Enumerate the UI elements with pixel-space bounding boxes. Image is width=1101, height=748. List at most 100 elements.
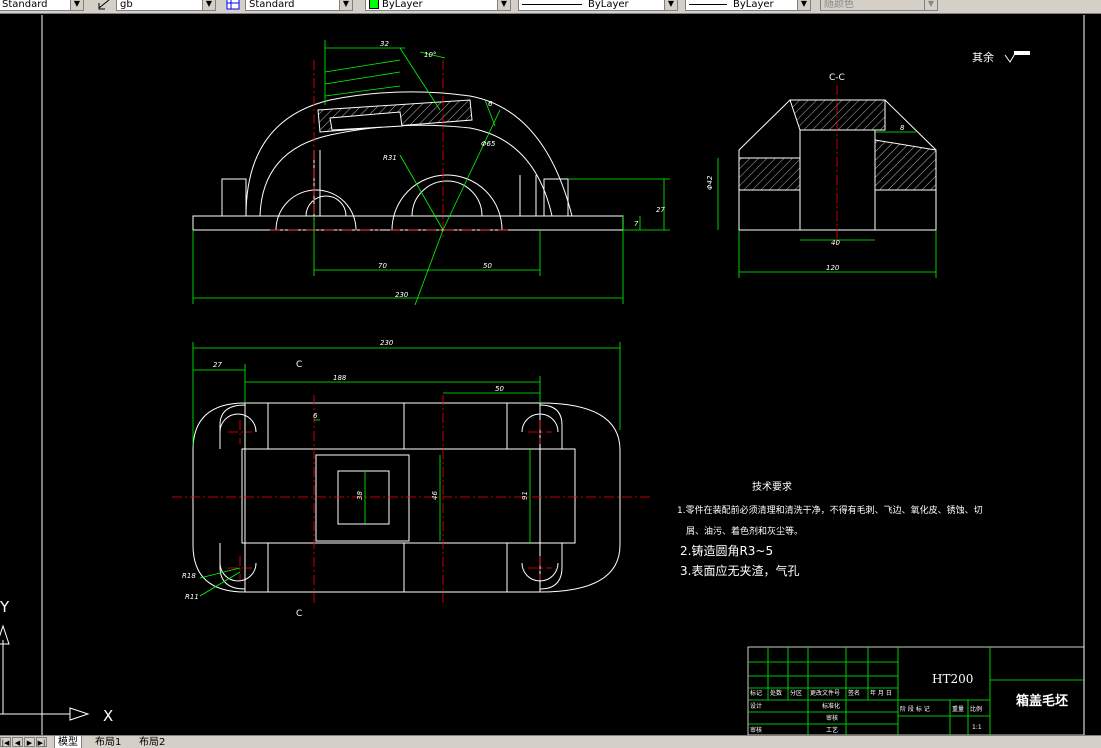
tab-layout2[interactable]: 布局2	[136, 736, 168, 748]
ucs-icon	[0, 624, 90, 721]
chevron-down-icon: ▼	[70, 0, 83, 10]
tab-layout1[interactable]: 布局1	[92, 736, 124, 748]
color-swatch-icon	[369, 0, 379, 9]
cut-label-bottom: C	[296, 609, 302, 619]
tb-hdr-mark: 标记	[750, 689, 762, 697]
note-2: 2.铸造圆角R3~5	[680, 543, 773, 558]
dim-230-plan: 230	[380, 339, 394, 347]
dim-10deg: 10°	[424, 51, 436, 59]
tb-scale-value: 1:1	[972, 724, 982, 731]
note-1-line-1: 1.零件在装配前必须清理和清洗干净，不得有毛刺、飞边、氧化皮、锈蚀、切	[677, 504, 983, 516]
dim-7-front: 7	[634, 220, 639, 228]
material-label: HT200	[932, 672, 973, 686]
dim-27-plan: 27	[213, 361, 222, 369]
layout-tab-bar: |◀ ◀ ▶ ▶| 模型 布局1 布局2	[0, 735, 1101, 748]
color-dropdown[interactable]: ByLayer ▼	[365, 0, 511, 11]
note-3: 3.表面应无夹渣，气孔	[680, 563, 799, 578]
dim-r11: R11	[185, 593, 199, 601]
dim-27-front: 27	[656, 206, 665, 214]
dim-6-plan: 6	[313, 412, 318, 420]
section-label: C-C	[829, 73, 845, 83]
tb-hdr-sign: 签名	[848, 689, 860, 697]
dim-46: 46	[431, 491, 439, 500]
dim-8-side: 8	[900, 124, 905, 132]
plan-view-text: 230 27 188 50 6 38 46 91 R18 R11 C C	[182, 339, 529, 619]
dim-style-value: gb	[120, 0, 133, 10]
cut-label-top: C	[296, 360, 302, 370]
notes-title: 技术要求	[752, 480, 792, 493]
tb-hdr-count: 处数	[770, 689, 782, 697]
part-name-label: 箱盖毛坯	[1016, 693, 1068, 709]
front-view-dimensions	[192, 40, 670, 306]
properties-toolbar: Standard ▼ gb ▼ Standard ▼ ByLayer ▼ ByLayer…	[0, 0, 1101, 14]
lineweight-dropdown[interactable]: ByLayer ▼	[685, 0, 811, 11]
linetype-dropdown[interactable]: ByLayer ▼	[518, 0, 678, 11]
tab-model[interactable]: 模型	[54, 736, 82, 748]
note-1-line-2: 屑、油污、着色剂和灰尘等。	[686, 525, 803, 537]
dim-phi65: Φ65	[481, 140, 496, 148]
lineweight-preview	[689, 3, 727, 5]
dim-style-dropdown[interactable]: gb ▼	[116, 0, 216, 11]
drawing-frame	[41, 15, 1085, 735]
section-view-cc	[738, 99, 937, 231]
technical-notes: 技术要求 1.零件在装配前必须清理和清洗干净，不得有毛刺、飞边、氧化皮、锈蚀、切…	[677, 480, 983, 578]
dim-230-front: 230	[395, 291, 409, 299]
dim-6-top: 6	[488, 100, 493, 108]
drawing-canvas[interactable]: 32 10° 6 R31 Φ65 27 7 70 50 230 C-C 8 Φ4…	[0, 13, 1101, 735]
color-value: ByLayer	[382, 0, 423, 10]
plot-style-dropdown[interactable]: 随颜色 ▼	[820, 0, 938, 11]
dim-r31: R31	[383, 154, 397, 162]
tb-design: 设计	[750, 702, 762, 710]
tb-craft: 工艺	[826, 726, 838, 734]
chevron-down-icon: ▼	[202, 0, 215, 10]
dim-style-icon[interactable]	[97, 0, 111, 11]
text-style-dropdown[interactable]: Standard ▼	[0, 0, 84, 11]
ucs-y-label: Y	[0, 598, 10, 616]
tb-check: 审核	[750, 726, 762, 734]
table-style-icon[interactable]	[226, 0, 240, 11]
tb-stage: 阶 段 标 记	[900, 705, 930, 713]
dim-40-side: 40	[831, 239, 840, 247]
last-tab-button[interactable]: ▶|	[36, 737, 47, 747]
table-style-dropdown[interactable]: Standard ▼	[245, 0, 353, 11]
plan-view	[192, 402, 621, 593]
roughness-note: 其余	[972, 50, 1030, 64]
table-style-value: Standard	[249, 0, 295, 10]
next-tab-button[interactable]: ▶	[24, 737, 35, 747]
dim-50-plan: 50	[495, 385, 504, 393]
dim-38: 38	[356, 491, 364, 500]
tb-hdr-zone: 分区	[790, 689, 802, 697]
text-style-value: Standard	[2, 0, 48, 10]
plan-view-centerlines	[172, 395, 650, 605]
tb-standard: 标准化	[822, 702, 840, 710]
chevron-down-icon: ▼	[664, 0, 677, 10]
dim-50-front: 50	[483, 262, 492, 270]
tb-weight: 重量	[952, 705, 964, 713]
plot-style-value: 随颜色	[824, 0, 854, 10]
ucs-x-label: X	[103, 707, 113, 725]
dim-91: 91	[521, 491, 529, 500]
tb-scale: 比例	[970, 705, 982, 713]
plan-view-dimensions	[192, 342, 621, 597]
linetype-value: ByLayer	[588, 0, 629, 10]
dim-188: 188	[333, 374, 347, 382]
chevron-down-icon: ▼	[924, 0, 937, 10]
dim-r18: R18	[182, 572, 196, 580]
front-view	[192, 91, 624, 231]
linetype-preview	[522, 3, 582, 5]
chevron-down-icon: ▼	[797, 0, 810, 10]
dim-phi42: Φ42	[706, 175, 714, 190]
front-view-dim-text: 32 10° 6 R31 Φ65 27 7 70 50 230	[378, 40, 665, 299]
dim-70: 70	[378, 262, 387, 270]
prev-tab-button[interactable]: ◀	[12, 737, 23, 747]
tb-hdr-doc: 更改文件号	[810, 689, 840, 697]
first-tab-button[interactable]: |◀	[0, 737, 11, 747]
dim-120-side: 120	[826, 264, 840, 272]
lineweight-value: ByLayer	[733, 0, 774, 10]
roughness-text: 其余	[972, 50, 994, 64]
chevron-down-icon: ▼	[339, 0, 352, 10]
dim-32: 32	[380, 40, 389, 48]
chevron-down-icon: ▼	[497, 0, 510, 10]
tb-hdr-date: 年 月 日	[870, 689, 892, 697]
tb-review: 审核	[826, 714, 838, 722]
